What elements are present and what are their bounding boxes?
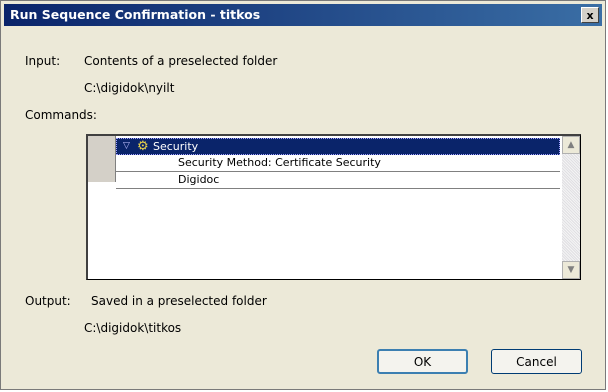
expand-triangle-icon[interactable]: ▽ [123, 141, 130, 151]
run-sequence-dialog: Run Sequence Confirmation - titkos x Inp… [0, 0, 606, 390]
title-bar[interactable]: Run Sequence Confirmation - titkos x [4, 4, 602, 26]
output-label: Output: [25, 294, 71, 308]
scroll-down-button[interactable]: ▼ [562, 261, 580, 279]
input-path: C:\digidok\nyilt [84, 81, 175, 95]
command-item-security-method[interactable]: Security Method: Certificate Security [116, 155, 560, 172]
input-label: Input: [25, 54, 61, 68]
output-path: C:\digidok\titkos [84, 321, 182, 335]
chevron-down-icon: ▼ [567, 265, 575, 275]
ok-button[interactable]: OK [377, 349, 468, 374]
list-gutter [88, 136, 116, 182]
vertical-scrollbar[interactable]: ▲ ▼ [562, 136, 580, 279]
input-description: Contents of a preselected folder [84, 54, 278, 68]
close-button[interactable]: x [581, 7, 599, 23]
gear-icon: ⚙ [137, 139, 149, 154]
cancel-button[interactable]: Cancel [491, 349, 582, 374]
commands-label: Commands: [25, 108, 97, 122]
scroll-up-button[interactable]: ▲ [562, 136, 580, 154]
command-item-label: Security Method: Certificate Security [178, 156, 381, 169]
command-item-security[interactable]: ▽ ⚙ Security [116, 138, 560, 155]
command-item-digidoc[interactable]: Digidoc [116, 172, 560, 189]
close-icon: x [586, 8, 594, 22]
chevron-up-icon: ▲ [567, 140, 575, 150]
window-title: Run Sequence Confirmation - titkos [10, 7, 261, 22]
commands-list[interactable]: ▽ ⚙ Security Security Method: Certificat… [86, 134, 581, 280]
command-item-label: Security [153, 140, 199, 153]
command-item-label: Digidoc [178, 173, 220, 186]
output-description: Saved in a preselected folder [91, 294, 267, 308]
